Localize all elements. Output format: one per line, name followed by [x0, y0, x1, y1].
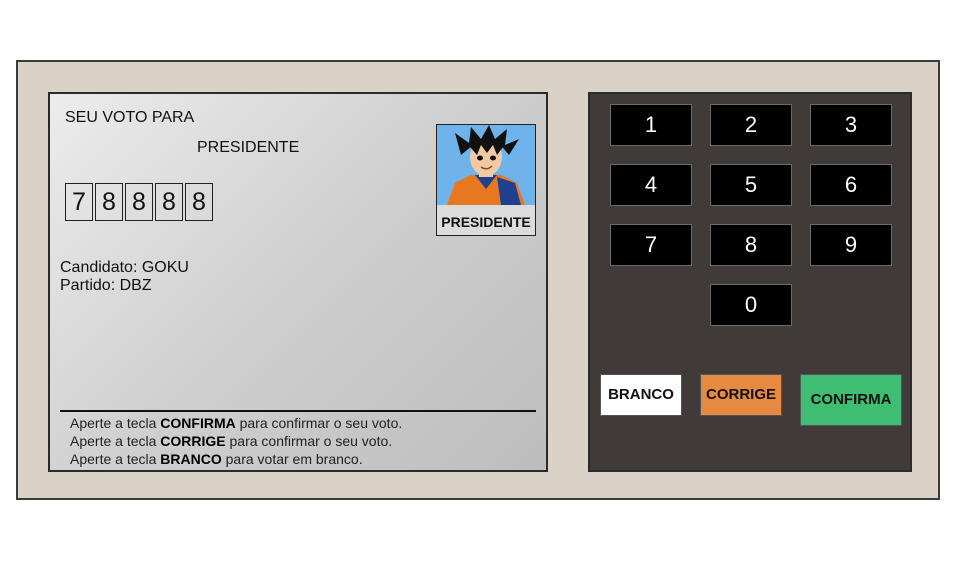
office-label: PRESIDENTE — [197, 139, 300, 156]
candidate-name: Candidato: GOKU — [60, 259, 189, 276]
instruction-confirma: Aperte a tecla CONFIRMA para confirmar o… — [70, 415, 403, 431]
vote-for-label: SEU VOTO PARA — [65, 109, 195, 126]
vote-number-display: 7 8 8 8 8 — [65, 183, 215, 221]
branco-button[interactable]: BRANCO — [600, 374, 682, 416]
vote-digit: 8 — [125, 183, 153, 221]
key-9[interactable]: 9 — [810, 224, 892, 266]
candidate-card: PRESIDENTE — [436, 124, 536, 236]
vote-digit: 8 — [155, 183, 183, 221]
vote-digit: 8 — [95, 183, 123, 221]
vote-digit: 8 — [185, 183, 213, 221]
instructions: Aperte a tecla CONFIRMA para confirmar o… — [70, 414, 402, 468]
key-1[interactable]: 1 — [610, 104, 692, 146]
instruction-branco: Aperte a tecla BRANCO para votar em bran… — [70, 451, 363, 467]
corrige-button[interactable]: CORRIGE — [700, 374, 782, 416]
key-2[interactable]: 2 — [710, 104, 792, 146]
candidate-info: Candidato: GOKU Partido: DBZ — [60, 259, 189, 295]
key-7[interactable]: 7 — [610, 224, 692, 266]
key-8[interactable]: 8 — [710, 224, 792, 266]
divider — [60, 410, 536, 412]
ballot-screen: SEU VOTO PARA PRESIDENTE 7 8 8 8 8 PRESI… — [48, 92, 548, 472]
keypad: 1 2 3 4 5 6 7 8 9 0 BRANCO CORRIGE CONFI… — [588, 92, 912, 472]
candidate-card-label: PRESIDENTE — [441, 214, 531, 230]
candidate-portrait-image — [437, 125, 535, 205]
key-5[interactable]: 5 — [710, 164, 792, 206]
key-4[interactable]: 4 — [610, 164, 692, 206]
confirma-button[interactable]: CONFIRMA — [800, 374, 902, 426]
candidate-party: Partido: DBZ — [60, 277, 152, 294]
vote-digit: 7 — [65, 183, 93, 221]
voting-machine: SEU VOTO PARA PRESIDENTE 7 8 8 8 8 PRESI… — [16, 60, 940, 500]
key-3[interactable]: 3 — [810, 104, 892, 146]
instruction-corrige: Aperte a tecla CORRIGE para confirmar o … — [70, 433, 393, 449]
candidate-photo — [437, 125, 535, 205]
key-0[interactable]: 0 — [710, 284, 792, 326]
key-6[interactable]: 6 — [810, 164, 892, 206]
